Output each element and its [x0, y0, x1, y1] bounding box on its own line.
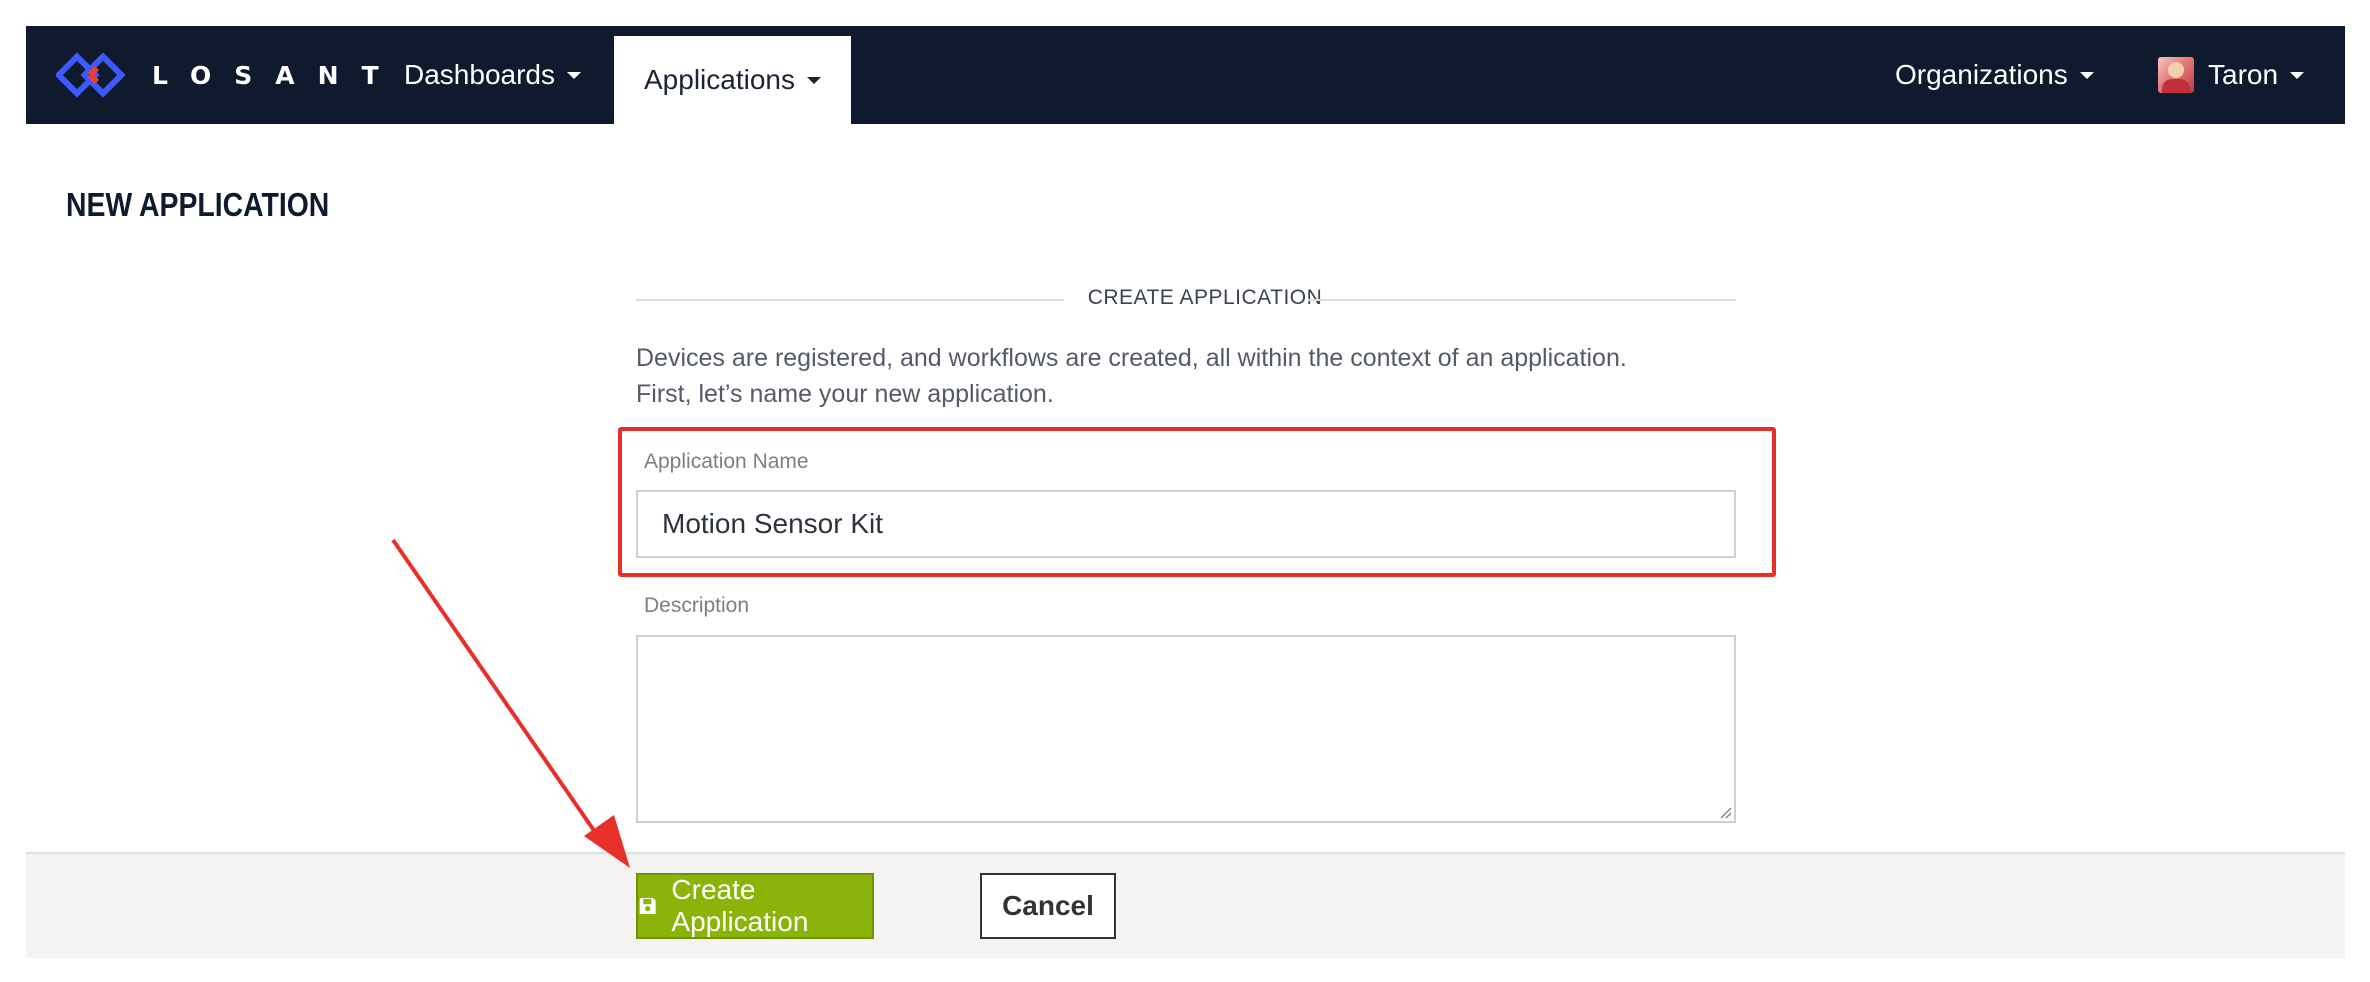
app-window: LOSANT Dashboards Applications Organizat…: [26, 26, 2345, 958]
page-title: NEW APPLICATION: [66, 186, 330, 223]
caret-down-icon: [806, 76, 821, 84]
create-application-button[interactable]: Create Application: [636, 873, 874, 939]
section-divider-right: [1308, 299, 1736, 301]
section-divider-left: [636, 299, 1064, 301]
brand-name: LOSANT: [152, 60, 402, 90]
nav-applications-label: Applications: [644, 64, 795, 95]
description-label: Description: [644, 594, 750, 617]
avatar: [2158, 57, 2194, 93]
caret-down-icon: [2290, 71, 2305, 79]
application-name-label: Application Name: [644, 450, 809, 473]
intro-text: Devices are registered, and workflows ar…: [636, 340, 1766, 412]
application-name-input[interactable]: Motion Sensor Kit: [636, 490, 1736, 558]
nav-organizations[interactable]: Organizations: [1895, 26, 2094, 124]
brand-logo[interactable]: LOSANT: [56, 50, 402, 100]
nav-user-menu[interactable]: Taron: [2158, 26, 2305, 124]
intro-line-1: Devices are registered, and workflows ar…: [636, 344, 1627, 372]
user-name: Taron: [2208, 59, 2279, 90]
top-navbar: LOSANT Dashboards Applications Organizat…: [26, 26, 2345, 124]
losant-logo-icon: [56, 52, 126, 98]
cancel-label: Cancel: [1002, 890, 1094, 921]
create-application-label: Create Application: [671, 874, 809, 937]
nav-organizations-label: Organizations: [1895, 59, 2068, 90]
save-icon: [639, 898, 656, 914]
caret-down-icon: [566, 71, 581, 79]
cancel-button[interactable]: Cancel: [980, 873, 1116, 939]
caret-down-icon: [2079, 71, 2094, 79]
nav-applications[interactable]: Applications: [614, 36, 851, 124]
form-footer: [26, 852, 2345, 958]
nav-dashboards-label: Dashboards: [404, 59, 555, 90]
description-textarea[interactable]: [636, 635, 1736, 823]
intro-line-2: First, let’s name your new application.: [636, 380, 1054, 408]
section-heading: CREATE APPLICATION: [1087, 286, 1323, 309]
application-name-value: Motion Sensor Kit: [662, 508, 883, 539]
nav-dashboards[interactable]: Dashboards: [404, 26, 581, 124]
resize-grip-icon[interactable]: [1716, 803, 1732, 819]
